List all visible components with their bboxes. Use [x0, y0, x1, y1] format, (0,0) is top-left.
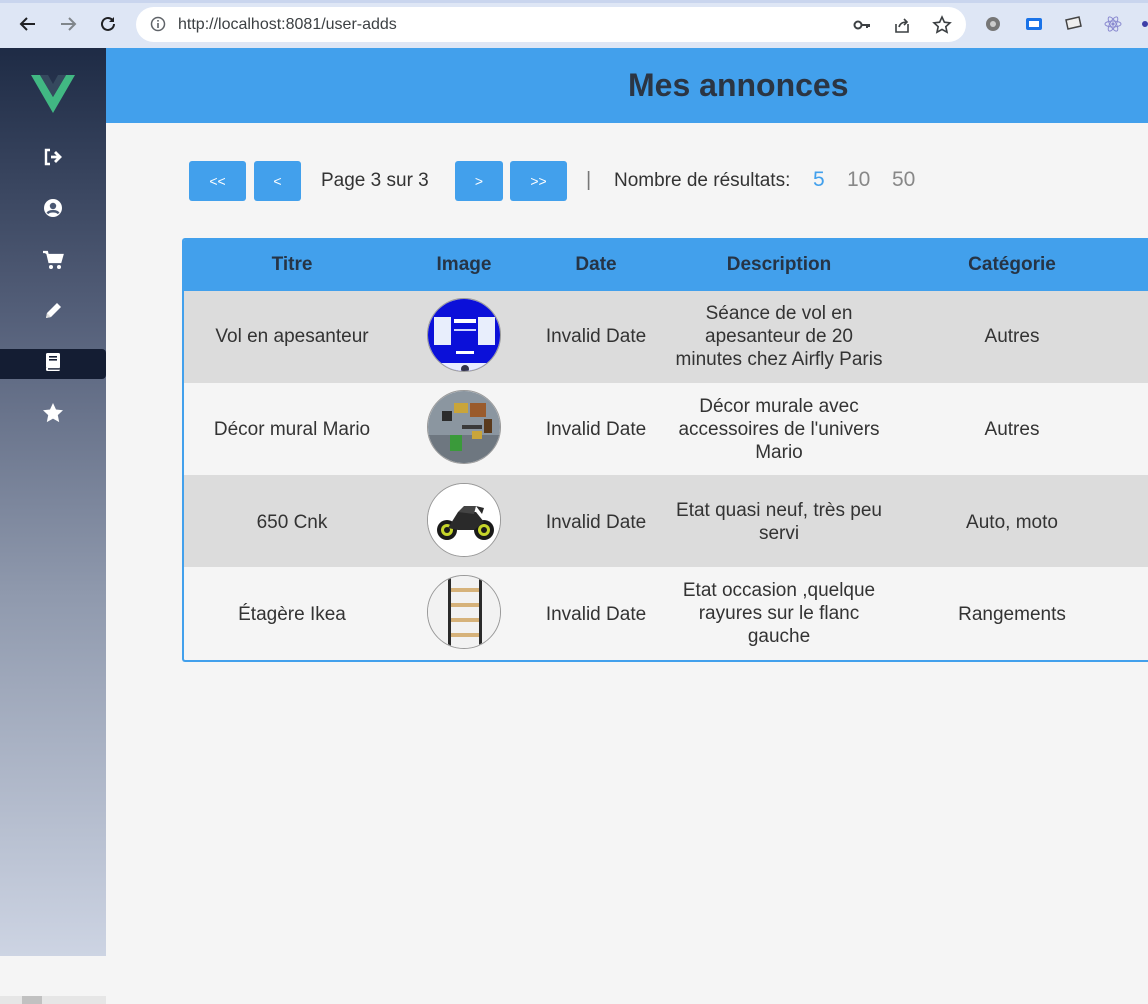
- description-line: Décor murale avec: [699, 396, 859, 417]
- results-option-5[interactable]: 5: [813, 168, 825, 192]
- cell-date: Invalid Date: [545, 419, 647, 440]
- sidebar-item-my-ads[interactable]: [0, 349, 106, 379]
- sidebar: [0, 48, 106, 1004]
- gear-extension-icon[interactable]: [983, 14, 1003, 34]
- description-line: Séance de vol en: [705, 303, 853, 324]
- motorcycle-thumbnail[interactable]: [427, 483, 501, 557]
- horizontal-scrollbar[interactable]: [0, 996, 106, 1004]
- cell-description: Séance de vol en apesanteur de 20 minute…: [664, 302, 894, 371]
- description-line: Etat occasion ,quelque: [682, 580, 876, 601]
- description-line: minutes chez Airfly Paris: [675, 349, 883, 370]
- table-header: Titre Image Date Description Catégorie: [184, 240, 1148, 291]
- react-extension-icon[interactable]: [1103, 14, 1123, 34]
- first-page-button[interactable]: <<: [189, 161, 246, 201]
- table-row[interactable]: 650 Cnk Invalid Date Etat quasi neuf, tr…: [184, 475, 1148, 567]
- sidebar-item-profile[interactable]: [0, 195, 106, 225]
- cell-category: Auto, moto: [966, 512, 1058, 533]
- next-page-button[interactable]: >: [455, 161, 503, 201]
- sidebar-item-favorites[interactable]: [0, 400, 106, 430]
- flight-thumbnail[interactable]: [427, 298, 501, 372]
- user-icon: [43, 198, 63, 223]
- book-icon: [44, 352, 62, 377]
- column-header-category: Catégorie: [968, 254, 1056, 275]
- star-icon: [42, 402, 64, 429]
- cell-title: Étagère Ikea: [238, 604, 346, 625]
- cart-icon: [42, 250, 64, 275]
- tab-strip-edge: [0, 0, 1148, 3]
- results-count-label: Nombre de résultats:: [614, 170, 791, 191]
- sidebar-item-logout[interactable]: [0, 144, 106, 174]
- vue-logo: [31, 75, 75, 118]
- cell-description: Etat occasion ,quelque rayures sur le fl…: [664, 579, 894, 648]
- bookmark-star-icon[interactable]: [932, 15, 952, 35]
- cell-title: Décor mural Mario: [213, 419, 371, 440]
- description-line: Mario: [755, 442, 803, 463]
- page-title: Mes annonces: [628, 67, 849, 103]
- table-row[interactable]: Vol en apesanteur Invalid Date Séance de…: [184, 291, 1148, 383]
- column-header-image: Image: [436, 254, 492, 275]
- address-bar[interactable]: http://localhost:8081/user-adds: [136, 7, 966, 42]
- cell-title: 650 Cnk: [256, 512, 328, 533]
- site-info-icon[interactable]: [150, 16, 166, 37]
- translate-extension-icon[interactable]: [1024, 14, 1044, 34]
- column-header-description: Description: [726, 254, 832, 275]
- pagination-separator: |: [586, 169, 592, 191]
- forward-button[interactable]: [56, 12, 80, 36]
- sidebar-item-cart[interactable]: [0, 247, 106, 277]
- cell-description: Etat quasi neuf, très peu servi: [664, 499, 894, 545]
- reload-icon: [101, 16, 115, 31]
- scrollbar-thumb[interactable]: [22, 996, 42, 1004]
- last-page-button[interactable]: >>: [510, 161, 567, 201]
- cell-category: Rangements: [958, 604, 1066, 625]
- results-option-50[interactable]: 50: [892, 168, 915, 192]
- mario-decor-thumbnail[interactable]: [427, 390, 501, 464]
- results-option-10[interactable]: 10: [847, 168, 870, 192]
- page-header: Mes annonces: [106, 48, 1148, 123]
- description-line: gauche: [747, 626, 811, 647]
- reload-button[interactable]: [96, 12, 120, 36]
- table-row[interactable]: Décor mural Mario Invalid Date Décor mur…: [184, 383, 1148, 475]
- shelf-thumbnail[interactable]: [427, 575, 501, 649]
- description-line: rayures sur le flanc: [698, 603, 860, 624]
- sidebar-item-edit[interactable]: [0, 298, 106, 328]
- browser-toolbar: http://localhost:8081/user-adds: [0, 0, 1148, 48]
- back-arrow-icon: [19, 17, 35, 31]
- ads-table: Titre Image Date Description Catégorie V…: [182, 238, 1148, 662]
- column-header-title: Titre: [271, 254, 313, 275]
- cell-title: Vol en apesanteur: [215, 326, 369, 347]
- page-indicator: Page 3 sur 3: [321, 170, 429, 191]
- share-icon[interactable]: [892, 15, 912, 35]
- pencil-icon: [43, 301, 63, 326]
- table-row[interactable]: Étagère Ikea Invalid Date Etat occasion …: [184, 567, 1148, 659]
- description-line: accessoires de l'univers: [678, 419, 880, 440]
- url-text[interactable]: http://localhost:8081/user-adds: [178, 16, 397, 34]
- cell-category: Autres: [984, 326, 1040, 347]
- description-line: Etat quasi neuf, très peu: [676, 500, 882, 521]
- cell-category: Autres: [984, 419, 1040, 440]
- back-button[interactable]: [16, 12, 40, 36]
- cell-date: Invalid Date: [545, 604, 647, 625]
- key-icon[interactable]: [852, 15, 872, 35]
- cell-date: Invalid Date: [545, 512, 647, 533]
- cell-date: Invalid Date: [545, 326, 647, 347]
- prev-page-button[interactable]: <: [254, 161, 301, 201]
- description-line: apesanteur de 20: [705, 326, 853, 347]
- logout-icon: [43, 148, 63, 171]
- cell-description: Décor murale avec accessoires de l'unive…: [664, 395, 894, 464]
- forward-arrow-icon: [61, 17, 77, 31]
- description-line: servi: [758, 523, 800, 544]
- column-header-date: Date: [575, 254, 617, 275]
- ticket-extension-icon[interactable]: [1063, 14, 1083, 34]
- extension-overflow-icon[interactable]: [1140, 14, 1148, 34]
